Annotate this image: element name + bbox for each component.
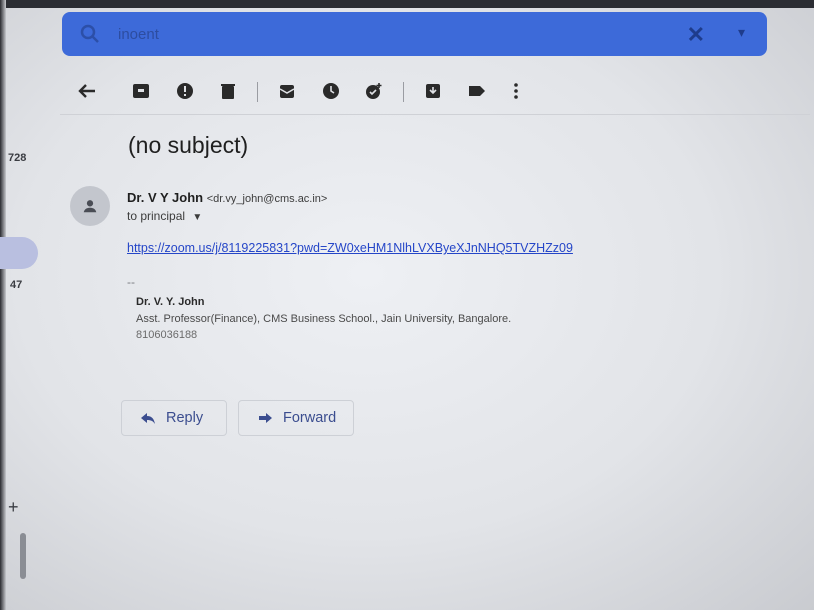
signature-name: Dr. V. Y. John	[136, 296, 205, 308]
labels-icon[interactable]	[466, 80, 488, 102]
more-icon[interactable]	[505, 80, 527, 102]
sender-line: Dr. V Y John <dr.vy_john@cms.ac.in>	[127, 190, 327, 205]
signature-title: Asst. Professor(Finance), CMS Business S…	[136, 313, 512, 325]
signature-separator: --	[127, 275, 135, 289]
reply-icon	[141, 413, 155, 424]
person-icon	[83, 200, 97, 213]
email-subject: (no subject)	[128, 132, 249, 158]
report-spam-icon[interactable]	[174, 80, 196, 102]
mark-unread-icon[interactable]	[276, 80, 298, 102]
search-bar[interactable]: inoent ✕ ▾	[62, 12, 767, 56]
sidebar-item-selected[interactable]	[0, 237, 38, 269]
screen-left-edge	[0, 0, 6, 610]
forward-button[interactable]: Forward	[238, 400, 354, 436]
reply-label: Reply	[166, 410, 204, 426]
add-icon[interactable]: +	[8, 497, 19, 518]
archive-icon[interactable]	[130, 80, 152, 102]
move-to-icon[interactable]	[422, 80, 444, 102]
search-input[interactable]: inoent	[118, 26, 159, 43]
recipient-line[interactable]: to principal ▼	[127, 209, 202, 223]
sender-name[interactable]: Dr. V Y John	[127, 190, 203, 205]
sender-email: <dr.vy_john@cms.ac.in>	[206, 193, 328, 205]
sidebar-count: 728	[8, 152, 27, 164]
signature-phone: 8106036188	[136, 329, 198, 341]
back-arrow-icon[interactable]	[76, 80, 98, 102]
recipient-label: to principal	[127, 209, 186, 223]
scrollbar[interactable]	[20, 533, 26, 579]
zoom-meeting-link[interactable]: https://zoom.us/j/8119225831?pwd=ZW0xeHM…	[127, 241, 573, 255]
search-options-icon[interactable]: ▾	[738, 24, 745, 41]
snooze-icon[interactable]	[320, 80, 342, 102]
screen-top-edge	[0, 0, 814, 8]
toolbar-divider	[403, 82, 404, 102]
chevron-down-icon[interactable]: ▼	[192, 212, 202, 223]
delete-icon[interactable]	[217, 80, 239, 102]
reply-button[interactable]: Reply	[121, 400, 227, 436]
search-icon[interactable]	[80, 24, 100, 44]
avatar[interactable]	[70, 186, 110, 226]
forward-label: Forward	[283, 410, 337, 426]
forward-icon	[259, 413, 272, 423]
add-task-icon[interactable]	[363, 80, 385, 102]
clear-search-icon[interactable]: ✕	[687, 22, 705, 48]
toolbar-divider	[257, 82, 258, 102]
sidebar-count: 47	[10, 279, 23, 291]
message-toolbar	[60, 70, 810, 115]
